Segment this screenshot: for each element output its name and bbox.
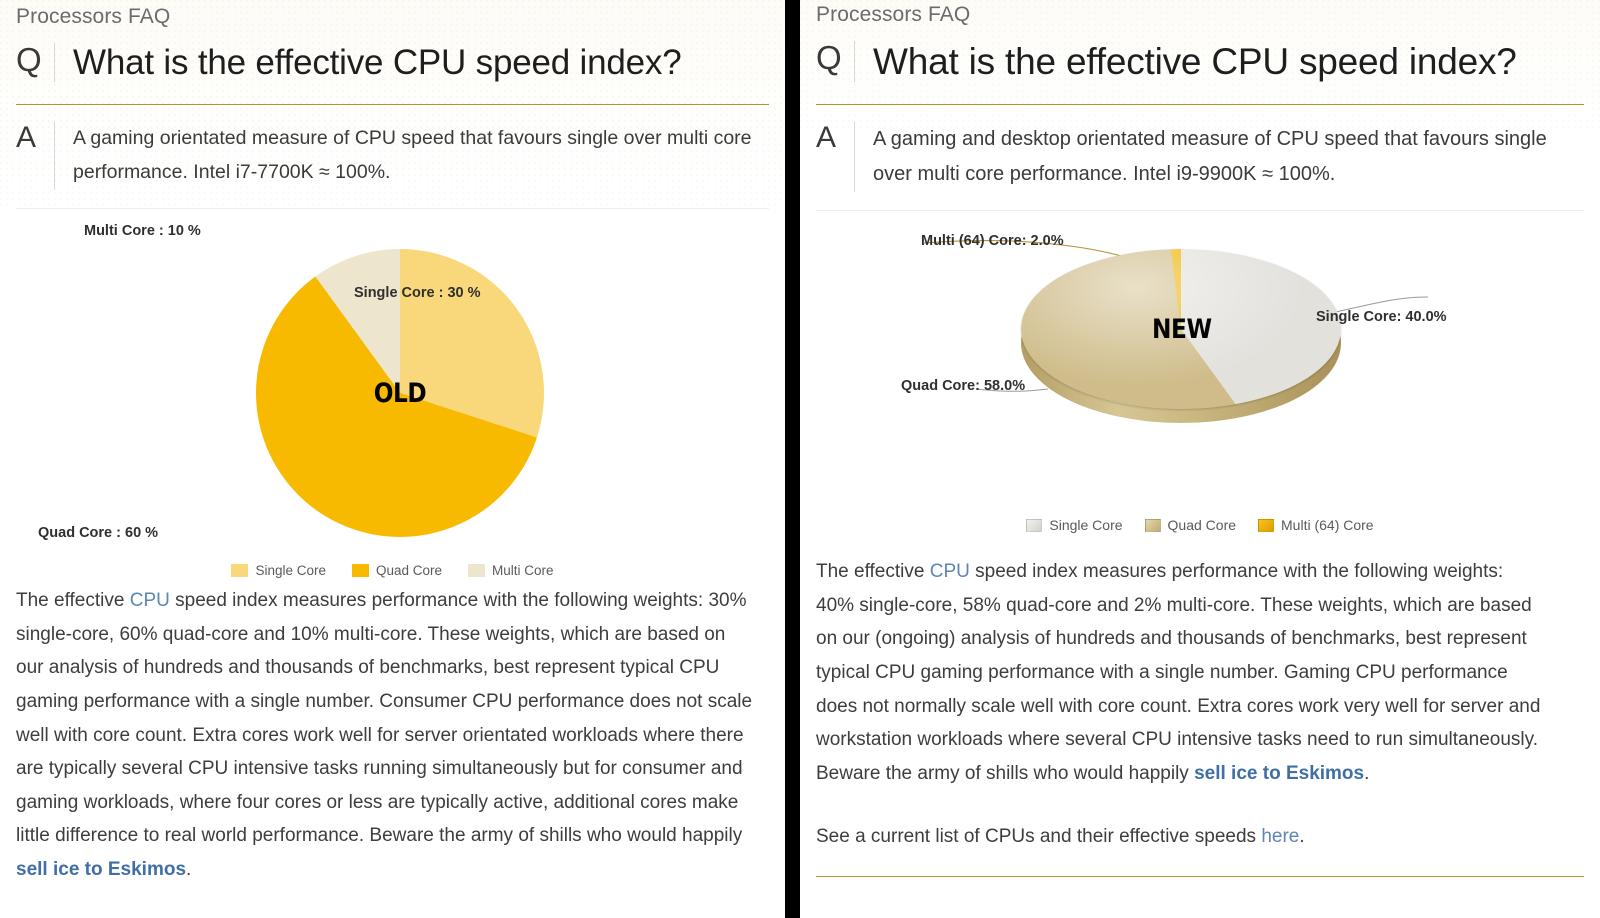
breadcrumb-left[interactable]: Processors FAQ	[16, 0, 769, 29]
legend-label-quad-old: Quad Core	[376, 563, 442, 578]
sell-ice-link-left[interactable]: sell ice to Eskimos	[16, 859, 186, 880]
legend-item-quad-new[interactable]: Quad Core	[1145, 517, 1236, 533]
cpu-link-right[interactable]: CPU	[930, 561, 970, 582]
question-marker-right: Q	[816, 41, 854, 76]
pie-label-single-old: Single Core : 30 %	[354, 285, 481, 301]
question-row-left: Q What is the effective CPU speed index?	[16, 43, 769, 82]
legend-label-single-new: Single Core	[1049, 517, 1122, 533]
answer-row-left: A A gaming orientated measure of CPU spe…	[16, 122, 769, 190]
paragraph-seealso-right: See a current list of CPUs and their eff…	[816, 820, 1546, 854]
question-title-right: What is the effective CPU speed index?	[873, 41, 1517, 82]
gold-rule-left	[16, 104, 769, 105]
pie-label-single-new: Single Core: 40.0%	[1316, 309, 1447, 325]
pie-label-multi-new: Multi (64) Core: 2.0%	[921, 233, 1064, 249]
sell-ice-link-right[interactable]: sell ice to Eskimos	[1194, 763, 1364, 784]
para2-b-right: .	[1299, 826, 1304, 847]
answer-row-right: A A gaming and desktop orientated measur…	[816, 122, 1584, 192]
para1-b-left: speed index measures performance with th…	[16, 590, 752, 846]
legend-swatch-single-old	[231, 564, 248, 577]
left-panel: Processors FAQ Q What is the effective C…	[0, 0, 785, 918]
legend-item-quad-old[interactable]: Quad Core	[352, 563, 442, 578]
legend-new: Single Core Quad Core Multi (64) Core	[816, 517, 1584, 533]
answer-divider-left	[54, 122, 55, 190]
pie-label-quad-new: Quad Core: 58.0%	[901, 378, 1025, 394]
here-link-right[interactable]: here	[1261, 826, 1299, 847]
body-copy-left: The effective CPU speed index measures p…	[16, 584, 756, 918]
para1-a-left: The effective	[16, 590, 130, 611]
legend-swatch-quad-new	[1145, 519, 1161, 532]
pie-chart-new: NEW Multi (64) Core: 2.0% Single Core: 4…	[816, 221, 1584, 551]
breadcrumb-right[interactable]: Processors FAQ	[816, 0, 1584, 27]
question-marker-left: Q	[16, 43, 54, 78]
legend-item-single-old[interactable]: Single Core	[231, 563, 326, 578]
question-divider-right	[854, 41, 855, 82]
cpu-link-left[interactable]: CPU	[130, 590, 170, 611]
legend-swatch-single-new	[1026, 519, 1042, 532]
gold-rule-right	[816, 104, 1584, 105]
para1-a-right: The effective	[816, 561, 930, 582]
para1-b-right: speed index measures performance with th…	[816, 561, 1540, 784]
legend-item-multi-old[interactable]: Multi Core	[468, 563, 554, 578]
paragraph-weights-right: The effective CPU speed index measures p…	[816, 555, 1546, 790]
answer-marker-left: A	[16, 122, 54, 154]
pie-label-multi-old: Multi Core : 10 %	[84, 223, 201, 239]
legend-swatch-quad-old	[352, 564, 369, 577]
legend-label-multi-old: Multi Core	[492, 563, 554, 578]
para1-c-right: .	[1364, 763, 1369, 784]
body-copy-right: The effective CPU speed index measures p…	[816, 555, 1546, 854]
pie-label-quad-old: Quad Core : 60 %	[38, 525, 158, 541]
legend-swatch-multi-old	[468, 564, 485, 577]
answer-text-right: A gaming and desktop orientated measure …	[873, 122, 1563, 192]
thin-rule-left	[16, 208, 769, 209]
pie-chart-old: OLD Multi Core : 10 % Single Core : 30 %…	[16, 215, 769, 580]
legend-label-quad-new: Quad Core	[1168, 517, 1236, 533]
legend-swatch-multi-new	[1258, 519, 1274, 532]
para1-c-left: .	[186, 859, 191, 880]
legend-label-single-old: Single Core	[255, 563, 326, 578]
question-row-right: Q What is the effective CPU speed index?	[816, 41, 1584, 82]
right-panel: Processors FAQ Q What is the effective C…	[800, 0, 1600, 918]
question-divider-left	[54, 43, 55, 82]
answer-marker-right: A	[816, 122, 854, 154]
para2-a-right: See a current list of CPUs and their eff…	[816, 826, 1261, 847]
paragraph-weights-left: The effective CPU speed index measures p…	[16, 584, 756, 887]
legend-label-multi-new: Multi (64) Core	[1281, 517, 1374, 533]
panel-divider	[785, 0, 800, 918]
answer-text-left: A gaming orientated measure of CPU speed…	[73, 122, 763, 190]
legend-old: Single Core Quad Core Multi Core	[16, 563, 769, 578]
legend-item-single-new[interactable]: Single Core	[1026, 517, 1122, 533]
bottom-gold-rule-right	[816, 876, 1584, 877]
pie-badge-new: NEW	[1043, 249, 1318, 409]
thin-rule-right	[816, 210, 1584, 211]
answer-divider-right	[854, 122, 855, 192]
question-title-left: What is the effective CPU speed index?	[73, 43, 681, 82]
legend-item-multi-new[interactable]: Multi (64) Core	[1258, 517, 1374, 533]
comparison-page: Processors FAQ Q What is the effective C…	[0, 0, 1600, 918]
